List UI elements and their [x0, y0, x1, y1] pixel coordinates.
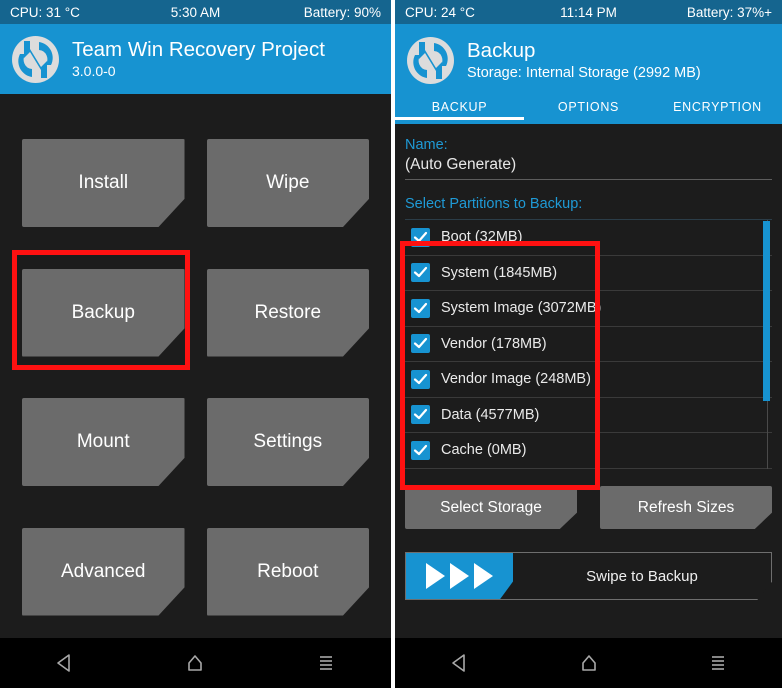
partition-list[interactable]: Boot (32MB) System (1845MB) System Image…	[405, 219, 772, 469]
checkbox-checked-icon[interactable]	[411, 227, 430, 247]
partition-row-vendor-image[interactable]: Vendor Image (248MB)	[405, 362, 772, 398]
menu-cell-wipe: Wipe	[206, 120, 369, 246]
menu-cell-advanced: Advanced	[22, 509, 185, 635]
partition-label: System (1845MB)	[441, 264, 558, 281]
page-title: Backup	[467, 38, 536, 62]
menu-button-advanced[interactable]: Advanced	[22, 527, 185, 616]
action-button-row: Select Storage Refresh Sizes	[405, 469, 772, 529]
play-triangle-icon	[450, 563, 469, 589]
menu-button-restore[interactable]: Restore	[206, 268, 369, 357]
menu-cell-reboot: Reboot	[206, 509, 369, 635]
back-triangle-icon[interactable]	[437, 645, 483, 681]
partition-label: Cache (0MB)	[441, 442, 527, 459]
app-version: 3.0.0-0	[72, 63, 116, 79]
twrp-logo-icon	[12, 35, 59, 83]
twrp-logo-icon	[407, 36, 454, 84]
partition-row-cache[interactable]: Cache (0MB)	[405, 433, 772, 469]
menu-button-mount[interactable]: Mount	[22, 398, 185, 486]
menu-cell-backup: Backup	[22, 250, 185, 376]
partition-row-system-image[interactable]: System Image (3072MB)	[405, 291, 772, 327]
hamburger-menu-icon[interactable]	[695, 645, 741, 681]
left-status-bar: CPU: 31 °C 5:30 AM Battery: 90%	[0, 0, 391, 24]
refresh-sizes-button[interactable]: Refresh Sizes	[600, 486, 772, 529]
left-app-header: Team Win Recovery Project 3.0.0-0	[0, 24, 391, 94]
swipe-label: Swipe to Backup	[586, 567, 698, 585]
checkbox-checked-icon[interactable]	[411, 405, 430, 425]
storage-info: Storage: Internal Storage (2992 MB)	[467, 64, 701, 81]
home-icon[interactable]	[172, 645, 218, 681]
twrp-main-menu-panel: CPU: 31 °C 5:30 AM Battery: 90% Team Win…	[0, 0, 391, 688]
menu-cell-restore: Restore	[206, 250, 369, 376]
app-title: Team Win Recovery Project	[72, 38, 325, 61]
partition-label: Data (4577MB)	[441, 406, 540, 423]
play-triangle-icon	[474, 563, 493, 589]
menu-cell-settings: Settings	[206, 379, 369, 505]
tab-bar: BACKUP OPTIONS ENCRYPTION	[395, 96, 782, 124]
battery-status: Battery: 90%	[303, 4, 381, 20]
menu-button-backup[interactable]: Backup	[22, 268, 185, 357]
menu-cell-install: Install	[22, 120, 185, 246]
partition-label: Vendor Image (248MB)	[441, 371, 591, 388]
tab-backup[interactable]: BACKUP	[395, 96, 524, 120]
menu-button-wipe[interactable]: Wipe	[206, 139, 369, 227]
scrollbar-thumb[interactable]	[763, 221, 770, 401]
left-navigation-bar	[0, 638, 391, 688]
swipe-to-backup-slider[interactable]: Swipe to Backup	[405, 552, 772, 600]
menu-button-install[interactable]: Install	[22, 139, 185, 227]
name-input-value[interactable]: (Auto Generate)	[405, 153, 772, 179]
back-triangle-icon[interactable]	[42, 645, 88, 681]
checkbox-checked-icon[interactable]	[411, 440, 430, 460]
screenshot-root: CPU: 31 °C 5:30 AM Battery: 90% Team Win…	[0, 0, 782, 688]
tab-encryption[interactable]: ENCRYPTION	[653, 96, 782, 120]
menu-button-reboot[interactable]: Reboot	[206, 527, 369, 616]
play-triangle-icon	[426, 563, 445, 589]
home-icon[interactable]	[566, 645, 612, 681]
name-label: Name:	[405, 137, 448, 153]
main-menu-grid: Install Wipe Backup Restore Mount Settin…	[0, 94, 391, 638]
partition-row-system[interactable]: System (1845MB)	[405, 256, 772, 291]
battery-status: Battery: 37%+	[686, 4, 772, 20]
partition-label: System Image (3072MB)	[441, 300, 602, 317]
twrp-backup-panel: CPU: 24 °C 11:14 PM Battery: 37%+ Backup…	[395, 0, 782, 688]
menu-cell-mount: Mount	[22, 379, 185, 505]
tab-options[interactable]: OPTIONS	[524, 96, 653, 120]
backup-name-field[interactable]: Name: (Auto Generate)	[405, 124, 772, 180]
backup-form: Name: (Auto Generate) Select Partitions …	[395, 124, 782, 688]
checkbox-checked-icon[interactable]	[411, 298, 430, 318]
partition-row-vendor[interactable]: Vendor (178MB)	[405, 327, 772, 362]
partition-label: Vendor (178MB)	[441, 335, 547, 352]
select-storage-button[interactable]: Select Storage	[405, 486, 577, 529]
right-navigation-bar	[395, 638, 782, 688]
hamburger-menu-icon[interactable]	[303, 645, 349, 681]
partition-row-boot[interactable]: Boot (32MB)	[405, 220, 772, 256]
partition-label: Boot (32MB)	[441, 229, 523, 246]
right-app-header: Backup Storage: Internal Storage (2992 M…	[395, 24, 782, 124]
swipe-handle[interactable]	[406, 553, 513, 599]
right-status-bar: CPU: 24 °C 11:14 PM Battery: 37%+	[395, 0, 782, 24]
menu-button-settings[interactable]: Settings	[206, 398, 369, 486]
partitions-section-label: Select Partitions to Backup:	[405, 196, 583, 212]
checkbox-checked-icon[interactable]	[411, 369, 430, 389]
checkbox-checked-icon[interactable]	[411, 263, 430, 283]
checkbox-checked-icon[interactable]	[411, 334, 430, 354]
partition-row-data[interactable]: Data (4577MB)	[405, 398, 772, 433]
